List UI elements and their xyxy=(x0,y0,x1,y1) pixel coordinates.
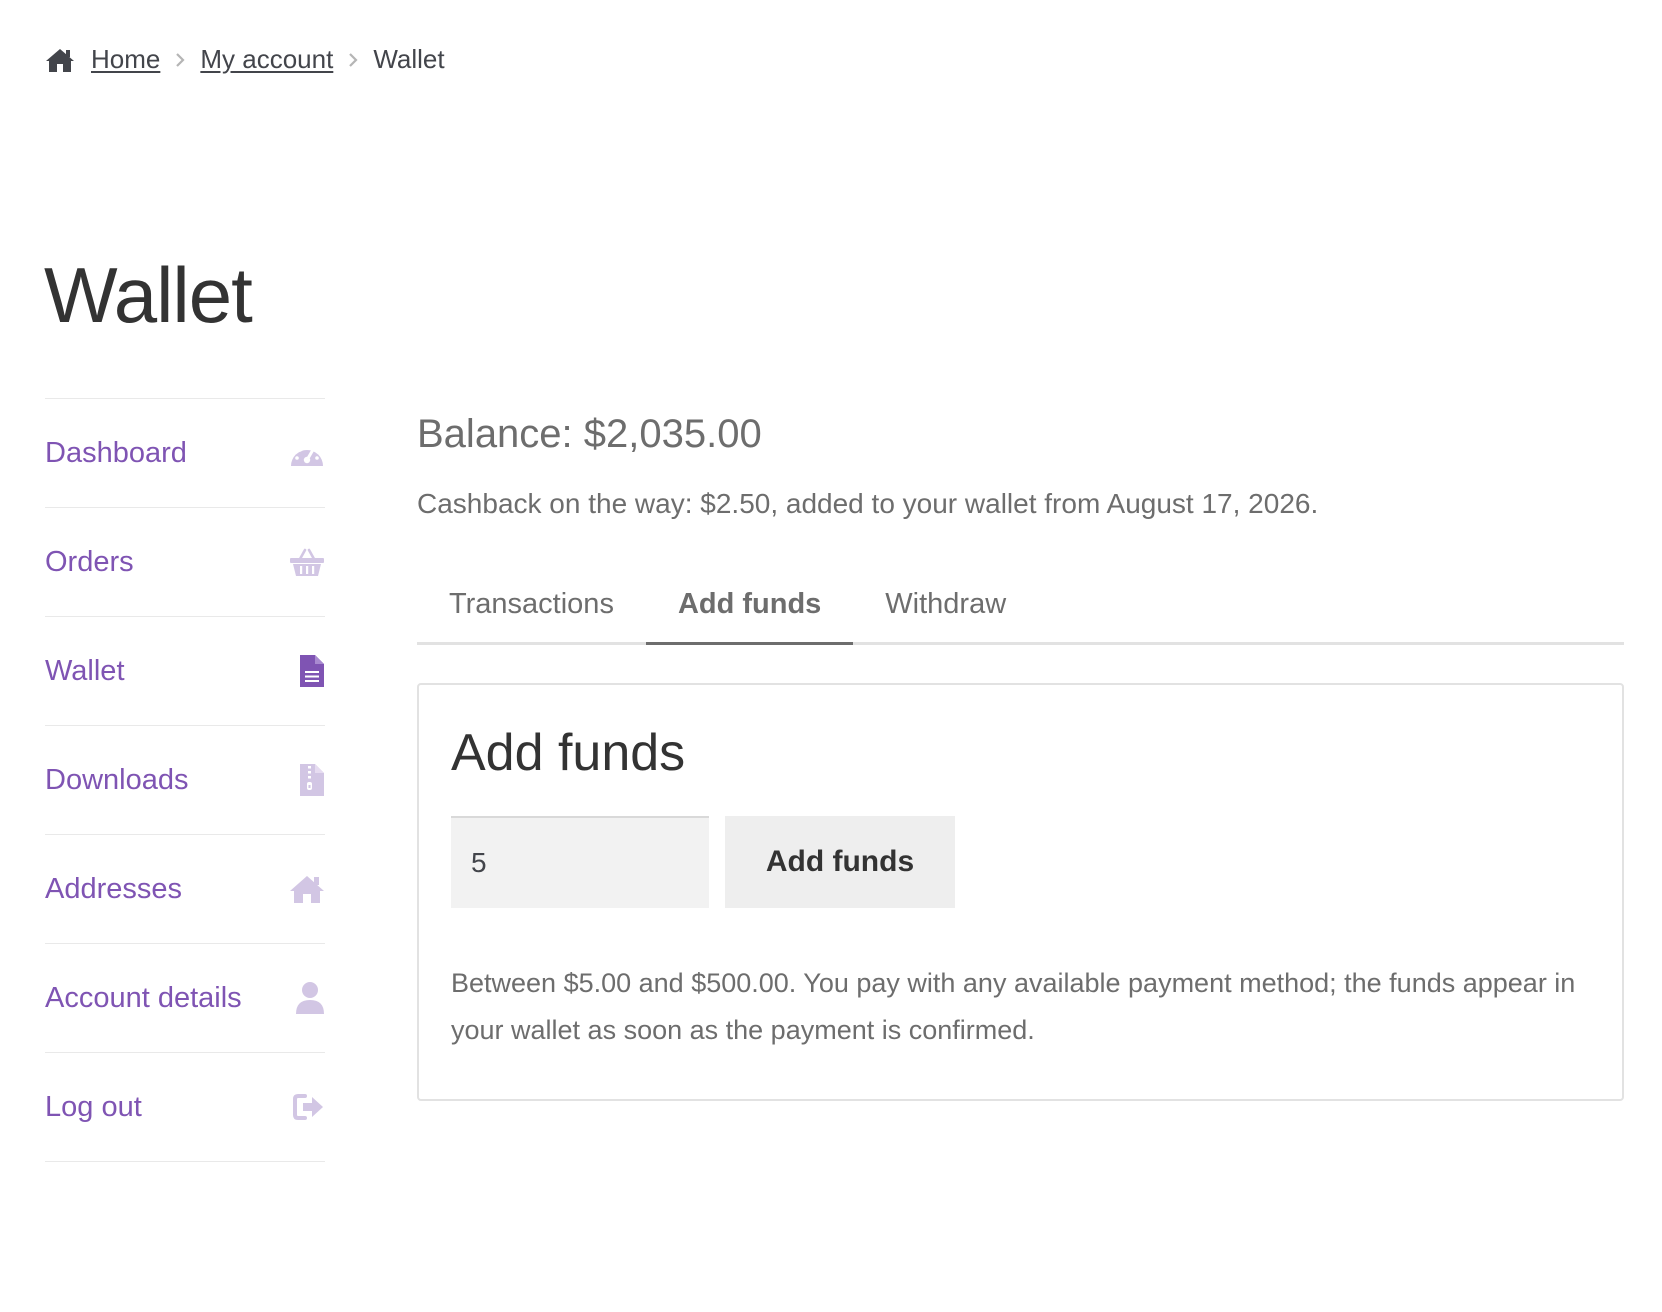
sidebar-item-label: Downloads xyxy=(45,763,189,796)
chevron-right-icon xyxy=(347,52,359,67)
sidebar-item-label: Dashboard xyxy=(45,436,187,469)
sidebar-item-account-details[interactable]: Account details xyxy=(45,944,325,1053)
basket-icon xyxy=(289,545,325,579)
main-content: Balance: $2,035.00 Cashback on the way: … xyxy=(417,400,1624,1101)
add-funds-button[interactable]: Add funds xyxy=(725,816,955,909)
sidebar-item-label: Addresses xyxy=(45,872,183,905)
breadcrumb-home-link[interactable]: Home xyxy=(91,44,160,75)
account-navigation: Dashboard Orders Wallet Downloads Addres… xyxy=(45,398,325,1162)
sidebar-item-addresses[interactable]: Addresses xyxy=(45,835,325,944)
tab-withdraw[interactable]: Withdraw xyxy=(853,578,1038,642)
tab-add-funds[interactable]: Add funds xyxy=(645,578,854,645)
sidebar-item-label: Log out xyxy=(45,1090,142,1123)
home-icon xyxy=(45,47,75,73)
wallet-balance: Balance: $2,035.00 xyxy=(417,412,762,456)
add-funds-form: Add funds xyxy=(451,816,1590,909)
page: Home My account Wallet Wallet Dashboard xyxy=(0,0,1662,1312)
sidebar-item-label: Wallet xyxy=(45,654,125,687)
sidebar-item-downloads[interactable]: Downloads xyxy=(45,726,325,835)
add-funds-title: Add funds xyxy=(451,724,686,782)
amount-input[interactable] xyxy=(451,816,709,909)
tab-transactions[interactable]: Transactions xyxy=(417,578,646,642)
file-archive-icon xyxy=(289,763,325,797)
sign-out-icon xyxy=(289,1090,325,1124)
sidebar-item-orders[interactable]: Orders xyxy=(45,508,325,617)
breadcrumb-current: Wallet xyxy=(373,44,445,74)
breadcrumb-my-account-link[interactable]: My account xyxy=(200,44,333,75)
cashback-notice: Cashback on the way: $2.50, added to you… xyxy=(417,488,1319,519)
home-icon xyxy=(289,872,325,906)
sidebar-item-log-out[interactable]: Log out xyxy=(45,1053,325,1162)
sidebar-item-dashboard[interactable]: Dashboard xyxy=(45,399,325,508)
add-funds-panel: Add funds Add funds Between $5.00 and $5… xyxy=(417,683,1624,1101)
sidebar-item-label: Orders xyxy=(45,545,134,578)
sidebar-item-wallet[interactable]: Wallet xyxy=(45,617,325,726)
page-title: Wallet xyxy=(44,251,253,339)
user-icon xyxy=(289,981,325,1015)
sidebar-item-label: Account details xyxy=(45,981,242,1014)
dashboard-gauge-icon xyxy=(289,436,325,470)
wallet-tabs: Transactions Add funds Withdraw xyxy=(417,578,1624,645)
chevron-right-icon xyxy=(174,52,186,67)
add-funds-help-text: Between $5.00 and $500.00. You pay with … xyxy=(451,968,1576,1046)
breadcrumb: Home My account Wallet xyxy=(45,44,445,75)
file-icon xyxy=(289,654,325,688)
